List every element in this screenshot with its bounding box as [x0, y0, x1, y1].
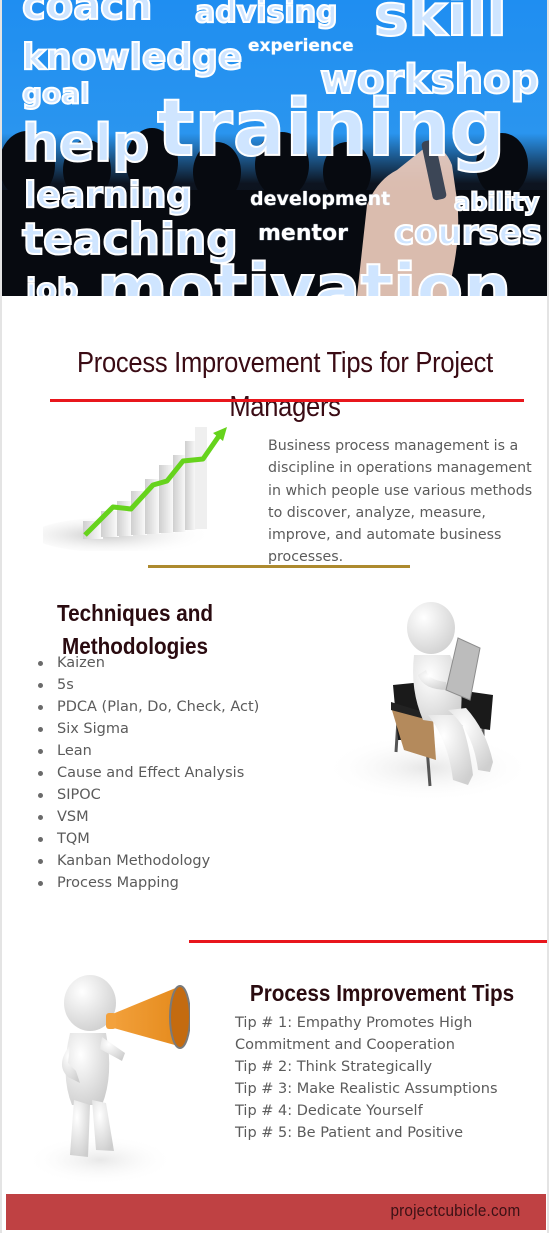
hero-word: training: [156, 84, 507, 174]
hero-word: ability: [453, 188, 540, 216]
list-item: Kanban Methodology: [36, 850, 259, 872]
tip-item: Tip # 3: Make Realistic Assumptions: [235, 1081, 498, 1097]
list-item: Kaizen: [36, 652, 259, 674]
figure-graphic: [61, 975, 125, 1157]
list-item: PDCA (Plan, Do, Check, Act): [36, 696, 259, 718]
tips-divider: [189, 940, 547, 943]
hero-word: knowledge: [21, 37, 243, 78]
list-item: Process Mapping: [36, 872, 259, 894]
tip-item: Tip # 1: Empathy Promotes High Commitmen…: [235, 1015, 473, 1053]
tips-list: Tip # 1: Empathy Promotes High Commitmen…: [235, 1012, 535, 1144]
tip-item: Tip # 4: Dedicate Yourself: [235, 1103, 423, 1119]
megaphone-figure-image: [30, 975, 190, 1185]
title-divider: [50, 399, 524, 402]
hero-word: coach: [21, 0, 153, 29]
megaphone-graphic: [106, 985, 190, 1049]
hero-word: courses: [393, 213, 543, 253]
footer-bar: projectcubicle.com: [6, 1194, 546, 1230]
hero-word: skill: [373, 0, 508, 49]
techniques-heading-line1: Techniques and: [56, 600, 214, 627]
list-item: TQM: [36, 828, 259, 850]
tip-item: Tip # 2: Think Strategically: [235, 1059, 433, 1075]
hero-word: advising: [194, 0, 339, 30]
techniques-list: Kaizen 5s PDCA (Plan, Do, Check, Act) Si…: [36, 652, 259, 894]
hero-word: job: [25, 273, 79, 297]
footer-site-link[interactable]: projectcubicle.com: [390, 1201, 520, 1221]
hero-word: mentor: [258, 221, 348, 246]
hero-word: motivation: [96, 250, 513, 297]
list-item: SIPOC: [36, 784, 259, 806]
hero-word: help: [21, 114, 150, 174]
list-item: Lean: [36, 740, 259, 762]
hero-word: learning: [23, 175, 193, 216]
page-title: Process Improvement Tips for Project Man…: [77, 347, 493, 424]
hero-image: coach advising skill knowledge experienc…: [2, 0, 547, 296]
list-item: VSM: [36, 806, 259, 828]
list-item: 5s: [36, 674, 259, 696]
newspaper-graphic: [445, 637, 481, 701]
hero-word: development: [250, 188, 391, 210]
list-item: Cause and Effect Analysis: [36, 762, 259, 784]
intro-divider: [148, 565, 410, 568]
bar-group: [83, 427, 207, 539]
reader-figure-image: [323, 602, 533, 802]
growth-chart-image: [43, 427, 227, 551]
tips-heading: Process Improvement Tips: [249, 980, 515, 1007]
tip-item: Tip # 5: Be Patient and Positive: [235, 1125, 464, 1141]
hero-word: experience: [248, 36, 354, 56]
intro-paragraph: Business process management is a discipl…: [268, 438, 533, 566]
list-item: Six Sigma: [36, 718, 259, 740]
hero-word: goal: [21, 77, 91, 110]
